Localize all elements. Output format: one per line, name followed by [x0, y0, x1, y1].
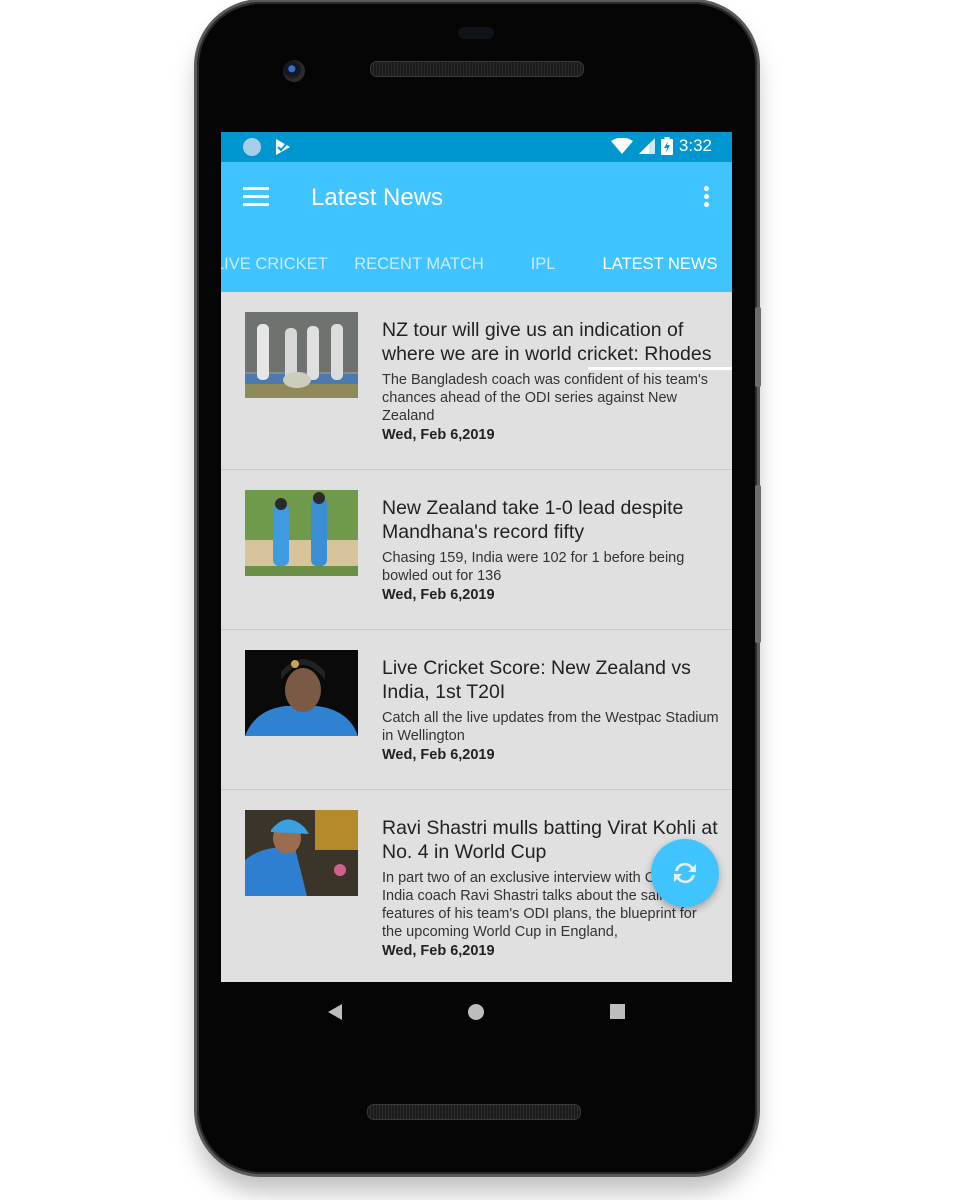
- news-date: Wed, Feb 6,2019: [382, 587, 495, 603]
- refresh-button[interactable]: [651, 839, 719, 907]
- news-summary: Catch all the live updates from the West…: [382, 710, 719, 744]
- status-time: 3:32: [678, 136, 712, 155]
- bottom-speaker: [367, 1104, 581, 1120]
- tab-bar: LIVE CRICKET RECENT MATCH IPL LATEST NEW…: [221, 240, 732, 370]
- news-date: Wed, Feb 6,2019: [382, 427, 495, 443]
- news-headline: New Zealand take 1-0 lead despite Mandha…: [382, 497, 684, 543]
- nav-back-icon[interactable]: [328, 1004, 342, 1020]
- battery-charging-icon: [660, 137, 673, 155]
- hamburger-menu-icon[interactable]: [243, 187, 269, 207]
- more-vertical-icon[interactable]: [704, 186, 710, 208]
- nav-home-icon[interactable]: [468, 1004, 484, 1020]
- news-thumbnail: [245, 490, 358, 576]
- status-bar: 3:32: [221, 132, 732, 162]
- news-item[interactable]: New Zealand take 1-0 lead despite Mandha…: [221, 470, 732, 630]
- refresh-icon: [674, 862, 696, 884]
- notification-circle-icon: [243, 138, 261, 156]
- tab-recent-match[interactable]: RECENT MATCH: [347, 240, 491, 292]
- news-summary: Chasing 159, India were 102 for 1 before…: [382, 550, 685, 584]
- tab-live-cricket[interactable]: LIVE CRICKET: [221, 240, 328, 292]
- news-date: Wed, Feb 6,2019: [382, 943, 495, 959]
- volume-button: [755, 485, 761, 643]
- screen: 3:32 Latest News LIVE CRICKET RECENT MAT…: [221, 132, 732, 982]
- news-thumbnail: [245, 810, 358, 896]
- news-thumbnail: [245, 312, 358, 398]
- page-title: Latest News: [311, 184, 444, 211]
- news-summary: The Bangladesh coach was confident of hi…: [382, 372, 708, 424]
- news-thumbnail: [245, 650, 358, 736]
- news-item[interactable]: NZ tour will give us an indication of wh…: [221, 292, 732, 470]
- news-headline: Live Cricket Score: New Zealand vs India…: [382, 657, 691, 703]
- news-date: Wed, Feb 6,2019: [382, 747, 495, 763]
- nav-recents-icon[interactable]: [610, 1004, 625, 1019]
- play-check-icon: [276, 139, 290, 155]
- app-bar: Latest News LIVE CRICKET RECENT MATCH IP…: [221, 162, 732, 370]
- tab-ipl[interactable]: IPL: [511, 240, 575, 292]
- news-item[interactable]: Live Cricket Score: New Zealand vs India…: [221, 630, 732, 790]
- news-headline: NZ tour will give us an indication of wh…: [382, 319, 712, 365]
- signal-icon: [638, 138, 655, 154]
- wifi-icon: [610, 138, 633, 154]
- proximity-sensor: [458, 27, 494, 39]
- tab-latest-news[interactable]: LATEST NEWS: [588, 240, 732, 292]
- power-button: [755, 307, 761, 387]
- front-camera-icon: [283, 60, 305, 82]
- earpiece-speaker: [370, 61, 584, 77]
